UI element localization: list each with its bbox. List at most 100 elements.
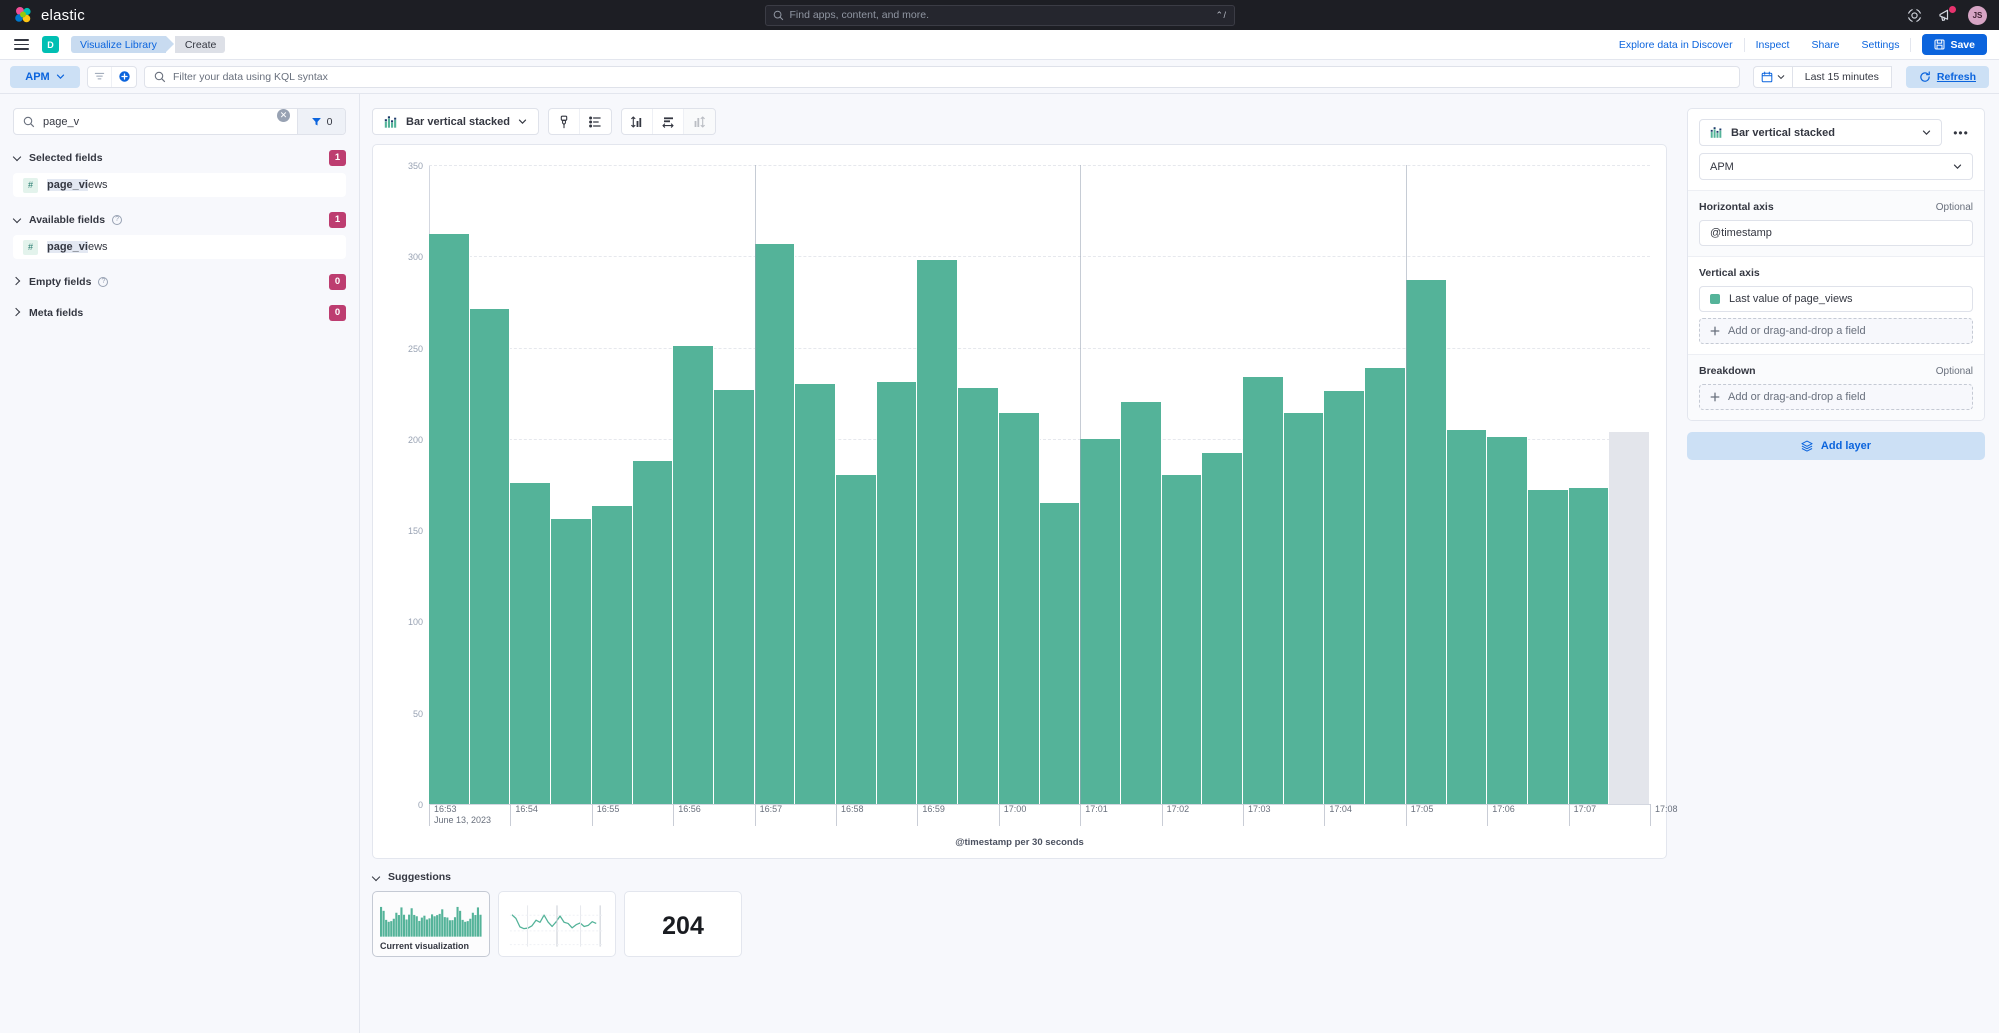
bar[interactable] bbox=[1162, 475, 1203, 804]
suggestion-line-chart[interactable] bbox=[498, 891, 616, 957]
vertical-axis-add-dimension[interactable]: Add or drag-and-drop a field bbox=[1699, 318, 1973, 344]
bar[interactable] bbox=[1121, 402, 1162, 804]
bar[interactable] bbox=[1569, 488, 1610, 804]
bar-slot[interactable] bbox=[673, 165, 714, 804]
bar[interactable] bbox=[958, 388, 999, 804]
bar-slot[interactable] bbox=[1487, 165, 1528, 804]
bar-slot[interactable] bbox=[755, 165, 796, 804]
bar[interactable] bbox=[1324, 391, 1365, 804]
bar-slot[interactable] bbox=[510, 165, 551, 804]
calendar-icon[interactable] bbox=[1753, 66, 1792, 88]
suggestions-header[interactable]: Suggestions bbox=[372, 871, 1667, 883]
color-palette-icon[interactable] bbox=[549, 109, 580, 134]
section-empty-fields[interactable]: Empty fields ? 0 bbox=[13, 273, 346, 290]
section-meta-fields[interactable]: Meta fields 0 bbox=[13, 304, 346, 321]
layer-dataview-select[interactable]: APM bbox=[1699, 153, 1973, 180]
bar[interactable] bbox=[673, 346, 714, 804]
bar[interactable] bbox=[1365, 368, 1406, 804]
bar[interactable] bbox=[836, 475, 877, 804]
avatar[interactable]: JS bbox=[1968, 6, 1987, 25]
breakdown-add-dimension[interactable]: Add or drag-and-drop a field bbox=[1699, 384, 1973, 410]
bar[interactable] bbox=[633, 461, 674, 804]
bar-slot[interactable] bbox=[1243, 165, 1284, 804]
field-item-page-views-available[interactable]: # page_views bbox=[13, 235, 346, 259]
dataview-picker[interactable]: APM bbox=[10, 66, 80, 88]
bar-slot[interactable] bbox=[1080, 165, 1121, 804]
bar-slot[interactable] bbox=[836, 165, 877, 804]
save-button[interactable]: Save bbox=[1922, 34, 1987, 55]
space-badge[interactable]: D bbox=[42, 36, 59, 53]
bar-slot[interactable] bbox=[917, 165, 958, 804]
bar[interactable] bbox=[1447, 430, 1488, 804]
bar-slot[interactable] bbox=[999, 165, 1040, 804]
legend-settings-icon[interactable] bbox=[580, 109, 611, 134]
bar[interactable] bbox=[1528, 490, 1569, 804]
chart-plot-area[interactable]: 050100150200250300350 bbox=[429, 165, 1650, 804]
megaphone-icon[interactable] bbox=[1937, 7, 1954, 24]
bar-slot[interactable] bbox=[1528, 165, 1569, 804]
section-available-fields[interactable]: Available fields ? 1 bbox=[13, 211, 346, 228]
info-icon[interactable]: ? bbox=[112, 215, 122, 225]
hamburger-menu-icon[interactable] bbox=[14, 39, 29, 50]
bar-slot[interactable] bbox=[1406, 165, 1447, 804]
bar[interactable] bbox=[1406, 280, 1447, 804]
layer-chart-type-select[interactable]: Bar vertical stacked bbox=[1699, 119, 1942, 146]
bar[interactable] bbox=[429, 234, 470, 804]
section-selected-fields[interactable]: Selected fields 1 bbox=[13, 149, 346, 166]
bar[interactable] bbox=[1284, 413, 1325, 804]
suggestion-metric[interactable]: 204 bbox=[624, 891, 742, 957]
brand[interactable]: elastic bbox=[0, 6, 85, 25]
bar-slot[interactable] bbox=[795, 165, 836, 804]
share-button[interactable]: Share bbox=[1800, 39, 1850, 51]
bar[interactable] bbox=[877, 382, 918, 804]
bar-slot[interactable] bbox=[1569, 165, 1610, 804]
bar[interactable] bbox=[1243, 377, 1284, 804]
bar[interactable] bbox=[551, 519, 592, 804]
global-search-input[interactable]: Find apps, content, and more. ⌃/ bbox=[765, 5, 1235, 26]
bar-slot[interactable] bbox=[877, 165, 918, 804]
bar[interactable] bbox=[592, 506, 633, 804]
bar-slot[interactable] bbox=[592, 165, 633, 804]
bottom-axis-settings-icon[interactable] bbox=[653, 109, 684, 134]
refresh-button[interactable]: Refresh bbox=[1906, 66, 1989, 88]
left-axis-settings-icon[interactable] bbox=[622, 109, 653, 134]
bar-slot[interactable] bbox=[1324, 165, 1365, 804]
bar[interactable] bbox=[755, 244, 796, 804]
bar[interactable] bbox=[510, 483, 551, 804]
bar-slot[interactable] bbox=[470, 165, 511, 804]
visualization-type-picker[interactable]: Bar vertical stacked bbox=[372, 108, 539, 135]
series-color-swatch[interactable] bbox=[1710, 294, 1720, 304]
bar-slot[interactable] bbox=[1284, 165, 1325, 804]
bar-slot[interactable] bbox=[1202, 165, 1243, 804]
bar-slot[interactable] bbox=[1365, 165, 1406, 804]
bar-slot[interactable] bbox=[429, 165, 470, 804]
breadcrumb-item-visualize-library[interactable]: Visualize Library bbox=[71, 36, 166, 53]
settings-button[interactable]: Settings bbox=[1851, 39, 1911, 51]
add-layer-button[interactable]: Add layer bbox=[1687, 432, 1985, 460]
bar-slot[interactable] bbox=[1609, 165, 1650, 804]
vertical-axis-dimension[interactable]: Last value of page_views bbox=[1699, 286, 1973, 312]
bar[interactable] bbox=[1040, 503, 1081, 804]
bar[interactable] bbox=[999, 413, 1040, 804]
bar-slot[interactable] bbox=[1121, 165, 1162, 804]
bar-slot[interactable] bbox=[1447, 165, 1488, 804]
bar[interactable] bbox=[917, 260, 958, 804]
bar-slot[interactable] bbox=[958, 165, 999, 804]
bar[interactable] bbox=[795, 384, 836, 804]
bar[interactable] bbox=[1202, 453, 1243, 804]
layer-actions-icon[interactable]: ••• bbox=[1949, 121, 1973, 145]
inspect-button[interactable]: Inspect bbox=[1745, 39, 1801, 51]
bar-slot[interactable] bbox=[633, 165, 674, 804]
horizontal-axis-dimension[interactable]: @timestamp bbox=[1699, 220, 1973, 246]
bar[interactable] bbox=[470, 309, 511, 804]
explore-data-in-discover-link[interactable]: Explore data in Discover bbox=[1608, 39, 1744, 51]
kql-search-input[interactable]: Filter your data using KQL syntax bbox=[144, 66, 1740, 88]
bar-partial-bucket[interactable] bbox=[1609, 432, 1650, 804]
bar-slot[interactable] bbox=[1162, 165, 1203, 804]
bar[interactable] bbox=[1487, 437, 1528, 804]
info-icon[interactable]: ? bbox=[98, 277, 108, 287]
bar[interactable] bbox=[714, 390, 755, 804]
bar-slot[interactable] bbox=[1040, 165, 1081, 804]
field-filter-button[interactable]: 0 bbox=[297, 109, 345, 134]
field-search-input[interactable]: page_v bbox=[14, 109, 277, 134]
